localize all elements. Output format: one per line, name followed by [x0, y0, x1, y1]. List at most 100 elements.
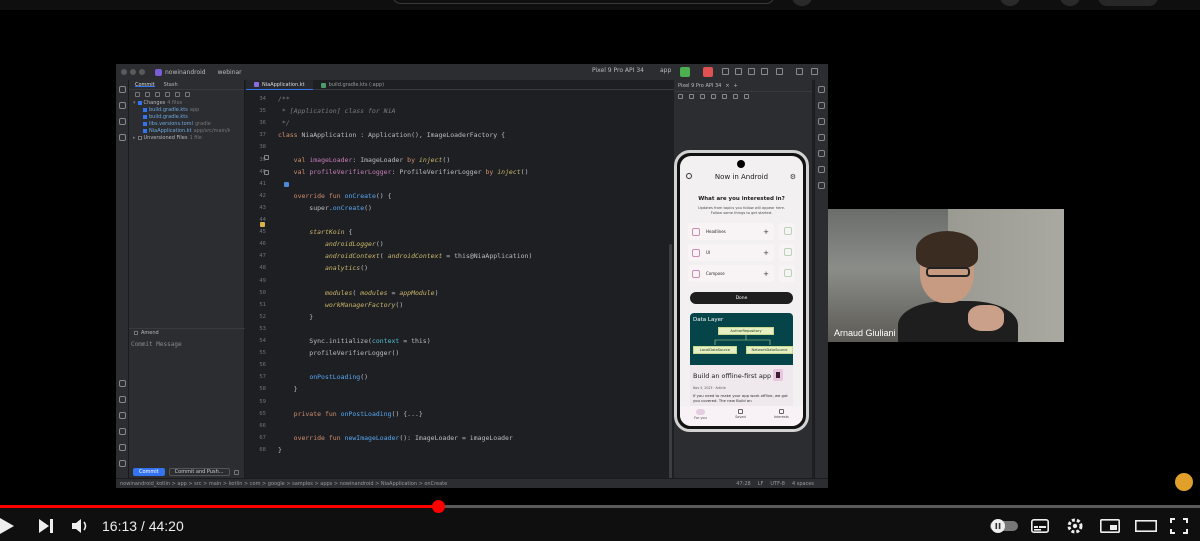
nav-saved[interactable]: Saved — [735, 409, 746, 419]
rotate-icon[interactable] — [711, 94, 716, 99]
code-line[interactable]: 43 super.onCreate() — [246, 203, 674, 215]
pull-requests-icon[interactable] — [119, 118, 126, 125]
code-line[interactable]: 57 onPostLoading() — [246, 372, 674, 384]
unversioned-checkbox[interactable] — [137, 135, 142, 140]
line-separator[interactable]: LF — [758, 481, 764, 487]
voice-search-icon[interactable] — [792, 0, 812, 6]
code-line[interactable]: 49 — [246, 276, 674, 288]
changed-file[interactable]: build.gradle.kts app — [133, 106, 244, 113]
code-line[interactable]: 41 — [246, 179, 674, 191]
caret-position[interactable]: 47:28 — [736, 481, 750, 487]
indent-setting[interactable]: 4 spaces — [792, 481, 814, 487]
project-tool-icon[interactable] — [119, 86, 126, 93]
screenshot-icon[interactable] — [744, 94, 749, 99]
code-line[interactable]: 55 profileVerifierLogger() — [246, 348, 674, 360]
changes-group[interactable]: ▾ Changes 4 files — [133, 99, 244, 106]
notifications-icon[interactable] — [1060, 0, 1080, 6]
overview-icon[interactable] — [733, 94, 738, 99]
article-card[interactable]: Data Layer AuthorRepository LocalDataSou… — [690, 313, 793, 413]
tab-stash[interactable]: Stash — [164, 82, 178, 88]
terminal-icon[interactable] — [119, 412, 126, 419]
code-line[interactable]: 35 * [Application] class for NiA — [246, 106, 674, 118]
follow-plus-icon[interactable]: + — [763, 249, 769, 257]
project-selector[interactable]: nowinandroid — [155, 68, 206, 76]
run-tool-icon[interactable] — [119, 396, 126, 403]
expand-icon[interactable] — [185, 92, 190, 97]
unversioned-group[interactable]: ▸ Unversioned Files 1 file — [133, 134, 244, 141]
stop-icon[interactable] — [703, 67, 713, 77]
commit-message-field[interactable]: Commit Message — [131, 341, 182, 348]
eye-icon[interactable] — [175, 92, 180, 97]
gemini-icon[interactable] — [818, 150, 825, 157]
profiler-icon[interactable] — [818, 182, 825, 189]
code-line[interactable]: 34 /** — [246, 94, 674, 106]
override-marker-icon[interactable] — [284, 182, 289, 187]
amend-checkbox[interactable] — [134, 331, 138, 335]
gradle-icon[interactable] — [818, 102, 825, 109]
code-line[interactable]: 48 analytics() — [246, 263, 674, 275]
code-editor[interactable]: NiaApplication.kt build.gradle.kts (:app… — [246, 80, 674, 484]
device-explorer-icon[interactable] — [818, 166, 825, 173]
bookmark-icon[interactable] — [773, 369, 783, 381]
next-icon[interactable] — [38, 515, 54, 537]
amend-option[interactable]: Amend — [129, 328, 245, 337]
resource-manager-icon[interactable] — [119, 134, 126, 141]
code-line[interactable]: 68} — [246, 445, 674, 457]
changes-checkbox[interactable] — [137, 100, 142, 105]
code-line[interactable]: 44 — [246, 215, 674, 227]
code-line[interactable]: 37 class NiaApplication : Application(), … — [246, 130, 674, 142]
logcat-icon[interactable] — [119, 444, 126, 451]
running-devices-icon[interactable] — [818, 134, 825, 141]
follow-plus-icon[interactable]: + — [763, 270, 769, 278]
intention-bulb-icon[interactable] — [260, 222, 265, 227]
settings-icon[interactable] — [811, 68, 818, 75]
topic-headlines[interactable]: Headlines + — [688, 223, 774, 240]
diff-icon[interactable] — [165, 92, 170, 97]
file-checkbox[interactable] — [143, 121, 147, 126]
code-line[interactable]: 46 androidLogger() — [246, 239, 674, 251]
code-line[interactable]: 66 — [246, 421, 674, 433]
breadcrumb[interactable]: nowinandroid_kotlin > app > src > main >… — [120, 481, 447, 487]
miniplayer-icon[interactable] — [1100, 515, 1120, 537]
code-line[interactable]: 40 val profileVerifierLogger: ProfileVer… — [246, 167, 674, 179]
topic-ui[interactable]: UI + — [688, 244, 774, 261]
code-line[interactable]: 58 } — [246, 384, 674, 396]
code-line[interactable]: 36 */ — [246, 118, 674, 130]
create-icon[interactable] — [1000, 0, 1020, 6]
device-selector[interactable]: Pixel 9 Pro API 34 — [592, 67, 644, 74]
account-button[interactable] — [1098, 0, 1158, 6]
inject-marker-icon[interactable] — [264, 155, 269, 160]
phone-screen[interactable]: Now in Android ⚙ What are you interested… — [680, 156, 803, 426]
code-line[interactable]: 53 — [246, 324, 674, 336]
code-line[interactable]: 42 override fun onCreate() { — [246, 191, 674, 203]
device-manager-icon[interactable] — [818, 118, 825, 125]
tab-nia-application[interactable]: NiaApplication.kt — [246, 80, 313, 90]
code-line[interactable]: 47 androidContext( androidContext = this… — [246, 251, 674, 263]
file-checkbox[interactable] — [143, 128, 147, 133]
code-line[interactable]: 45 startKoin { — [246, 227, 674, 239]
code-line[interactable]: 54 Sync.initialize(context = this) — [246, 336, 674, 348]
code-line[interactable]: 56 — [246, 360, 674, 372]
theater-icon[interactable] — [1135, 515, 1157, 537]
profile-icon[interactable] — [735, 68, 742, 75]
editor-scrollbar[interactable] — [669, 244, 672, 484]
notifications-icon[interactable] — [818, 86, 825, 93]
volume-up-icon[interactable] — [689, 94, 694, 99]
code-line[interactable]: 67 override fun newImageLoader(): ImageL… — [246, 433, 674, 445]
branch-selector[interactable]: webinar — [218, 69, 242, 76]
problems-icon[interactable] — [119, 428, 126, 435]
window-close-icon[interactable] — [121, 69, 127, 75]
topic-card-partial[interactable] — [779, 223, 795, 240]
account-icon[interactable] — [776, 68, 783, 75]
commit-button[interactable]: Commit — [133, 468, 165, 476]
changed-file[interactable]: libs.versions.toml gradle — [133, 120, 244, 127]
code-line[interactable]: 65 private fun onPostLoading() {...} — [246, 409, 674, 421]
topic-compose[interactable]: Compose + — [688, 265, 774, 282]
add-icon[interactable]: + — [734, 83, 738, 89]
download-icon[interactable] — [155, 92, 160, 97]
topic-card-partial[interactable] — [779, 244, 795, 261]
tab-build-gradle[interactable]: build.gradle.kts (:app) — [313, 80, 392, 90]
search-box[interactable] — [392, 0, 775, 4]
follow-plus-icon[interactable]: + — [763, 228, 769, 236]
search-icon[interactable] — [686, 173, 692, 179]
